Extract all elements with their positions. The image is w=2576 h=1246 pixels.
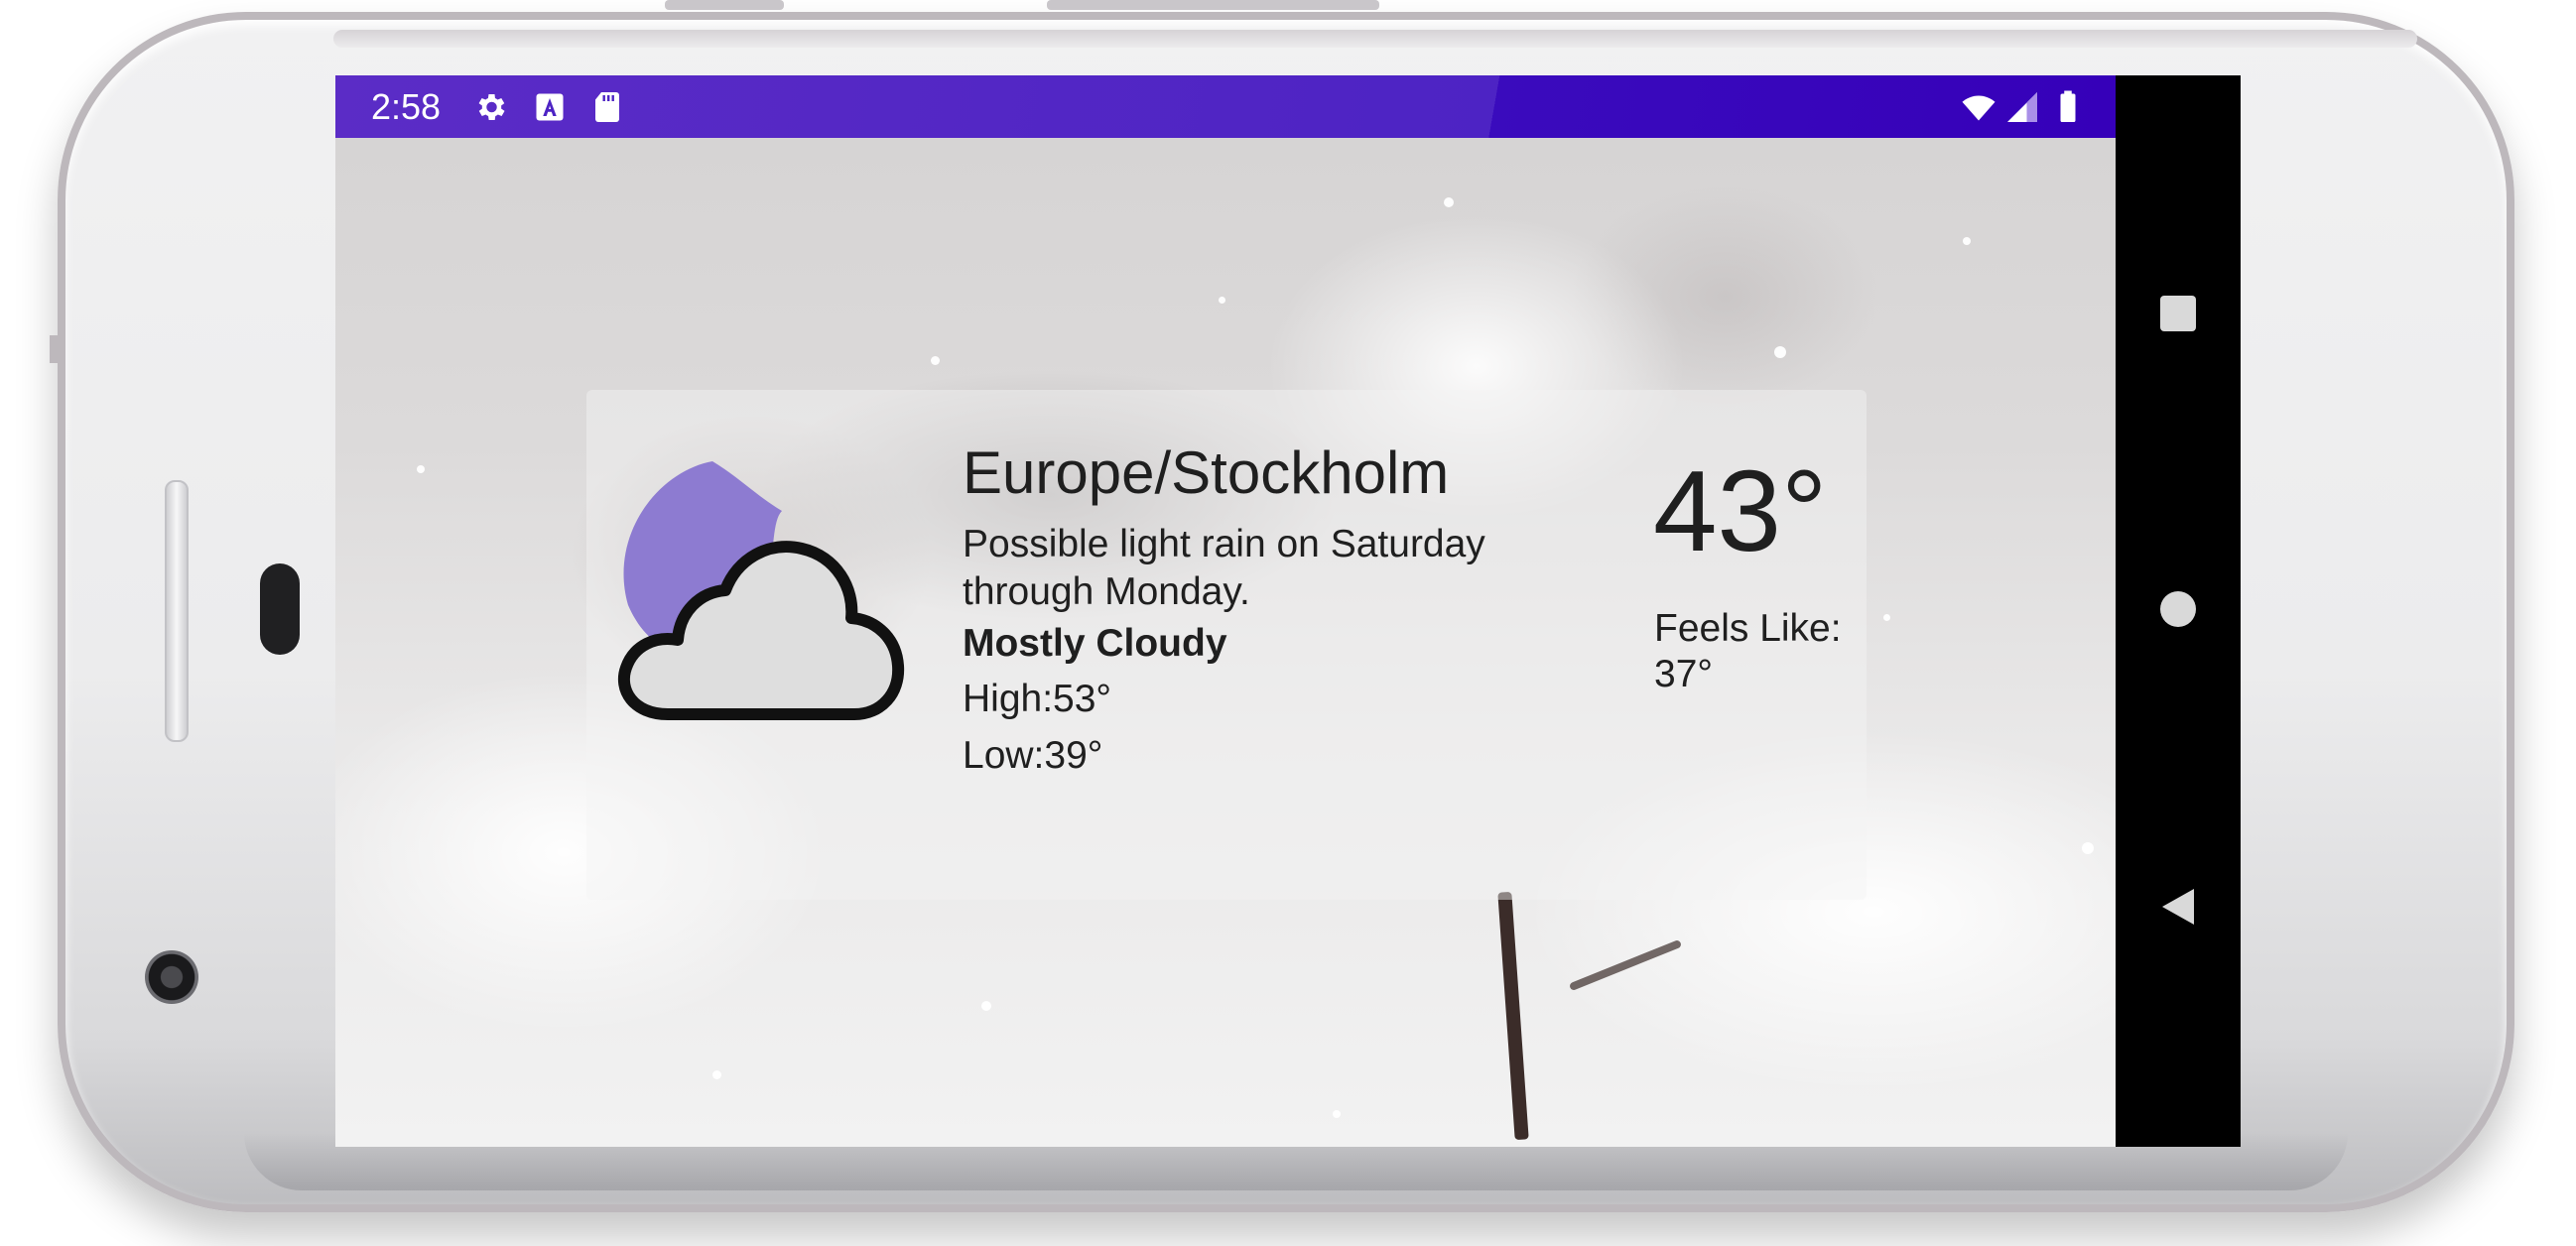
- recents-square-icon[interactable]: [2158, 294, 2198, 333]
- snowflake: [981, 1001, 991, 1011]
- earpiece: [260, 563, 300, 655]
- phone-top-edge: [333, 30, 2417, 48]
- high-temperature: High:53°: [963, 678, 1112, 720]
- weather-card[interactable]: Europe/Stockholm Possible light rain on …: [586, 390, 1867, 900]
- status-time: 2:58: [371, 86, 442, 127]
- snowflake: [1883, 614, 1890, 621]
- wifi-icon: [1962, 95, 1996, 121]
- current-temperature: 43°: [1653, 446, 1828, 575]
- location-name: Europe/Stockholm: [963, 439, 1450, 506]
- snowflake: [1774, 346, 1786, 358]
- snowflake: [1444, 197, 1454, 207]
- plant-branch: [1568, 938, 1683, 992]
- sd-card-icon: [595, 92, 619, 122]
- speaker-grille: [165, 480, 189, 742]
- screen: Europe/Stockholm Possible light rain on …: [335, 75, 2241, 1147]
- device-frame: Europe/Stockholm Possible light rain on …: [0, 0, 2576, 1246]
- forecast-summary: Possible light rain on Saturday through …: [963, 523, 1485, 613]
- snowflake: [931, 356, 940, 365]
- low-temperature: Low:39°: [963, 734, 1103, 777]
- home-circle-icon[interactable]: [2158, 589, 2198, 629]
- snowflake: [1219, 297, 1225, 304]
- feels-like-label: Feels Like:: [1654, 607, 1842, 650]
- battery-icon: [2060, 90, 2076, 122]
- snowflake: [2082, 842, 2094, 854]
- power-button: [665, 0, 784, 10]
- navigation-bar: [2116, 75, 2241, 1147]
- sim-tray: [50, 335, 62, 363]
- plant-stem: [1497, 891, 1529, 1141]
- feels-like-value: 37°: [1654, 653, 1713, 695]
- partly-cloudy-night-icon: [617, 461, 905, 720]
- condition-text: Mostly Cloudy: [963, 622, 1227, 665]
- snowflake: [417, 465, 425, 473]
- volume-button: [1047, 0, 1379, 10]
- snowflake: [712, 1070, 721, 1079]
- signal-icon: [2007, 92, 2037, 122]
- front-camera: [145, 950, 198, 1004]
- snowflake: [1963, 237, 1971, 245]
- status-bar: 2:58: [335, 75, 2116, 138]
- font-a-icon: [536, 93, 564, 121]
- snowflake: [1333, 1110, 1341, 1118]
- back-triangle-icon[interactable]: [2158, 887, 2198, 927]
- gear-icon: [478, 93, 505, 121]
- app-background: Europe/Stockholm Possible light rain on …: [335, 138, 2116, 1147]
